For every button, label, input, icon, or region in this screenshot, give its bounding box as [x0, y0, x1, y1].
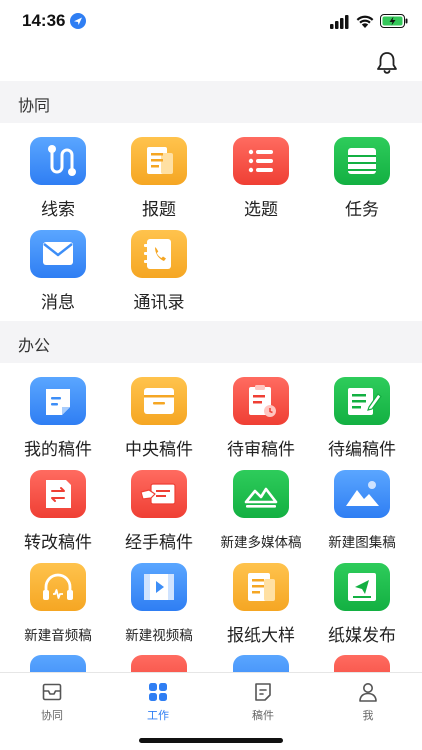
tile-thread[interactable]: 线索 — [8, 137, 108, 229]
tile-label: 转改稿件 — [24, 533, 92, 552]
pending-edit-icon — [334, 377, 390, 425]
tile-label: 报题 — [142, 200, 176, 219]
my-draft-icon — [30, 377, 86, 425]
tab-drafts[interactable]: 稿件 — [233, 681, 293, 722]
tile-print-publish[interactable]: 纸媒发布 — [312, 563, 412, 655]
bell-icon — [377, 52, 397, 74]
tile-label: 新建多媒体稿 — [220, 535, 302, 550]
tile-label: 经手稿件 — [125, 533, 193, 552]
tile-label: 线索 — [41, 200, 75, 219]
tile-label: 消息 — [41, 293, 75, 312]
tile-label: 通讯录 — [133, 293, 185, 312]
tile-new-gallery[interactable]: 新建图集稿 — [312, 470, 412, 562]
tile-new-audio[interactable]: 新建音频稿 — [8, 563, 108, 655]
tile-messages[interactable]: 消息 — [8, 230, 108, 322]
tile-label: 我的稿件 — [24, 440, 92, 459]
handled-draft-icon — [131, 470, 187, 518]
tile-new-multimedia[interactable]: 新建多媒体稿 — [211, 470, 311, 562]
notification-bell-button[interactable] — [374, 50, 400, 76]
contacts-icon — [131, 230, 187, 278]
tile-contacts[interactable]: 通讯录 — [109, 230, 209, 322]
pending-review-icon — [233, 377, 289, 425]
tile-report-topic[interactable]: 报题 — [109, 137, 209, 229]
central-draft-icon — [131, 377, 187, 425]
status-time: 14:36 — [22, 11, 66, 30]
tile-label: 新建音频稿 — [24, 628, 92, 643]
tile-label: 报纸大样 — [227, 626, 295, 645]
tile-label: 新建视频稿 — [125, 628, 193, 643]
tile-label: 新建图集稿 — [328, 535, 396, 550]
wifi-icon — [356, 15, 374, 28]
tab-me[interactable]: 我 — [338, 681, 398, 722]
battery-charging-icon — [380, 14, 408, 28]
section-title: 协同 — [18, 98, 51, 115]
tile-new-video[interactable]: 新建视频稿 — [109, 563, 209, 655]
topic-list-icon — [233, 137, 289, 185]
status-bar: 14:36 — [0, 0, 422, 44]
tile-newspaper-proof[interactable]: 报纸大样 — [211, 563, 311, 655]
mail-icon — [30, 230, 86, 278]
new-video-icon — [131, 563, 187, 611]
tile-label: 待编稿件 — [328, 440, 396, 459]
tab-label: 我 — [362, 710, 374, 722]
print-publish-icon — [334, 563, 390, 611]
new-audio-icon — [30, 563, 86, 611]
tile-pending-review[interactable]: 待审稿件 — [211, 377, 311, 469]
cellular-signal-icon — [330, 15, 349, 29]
thread-icon — [30, 137, 86, 185]
tile-label: 中央稿件 — [125, 440, 193, 459]
document-icon — [255, 683, 271, 701]
newspaper-proof-icon — [233, 563, 289, 611]
grid-icon — [149, 683, 167, 701]
person-icon — [359, 683, 377, 702]
task-icon — [334, 137, 390, 185]
transfer-draft-icon — [30, 470, 86, 518]
location-arrow-icon — [70, 13, 86, 29]
tile-central-drafts[interactable]: 中央稿件 — [109, 377, 209, 469]
tile-label: 任务 — [345, 200, 379, 219]
tile-task[interactable]: 任务 — [312, 137, 412, 229]
tile-transfer-drafts[interactable]: 转改稿件 — [8, 470, 108, 562]
tile-handled-drafts[interactable]: 经手稿件 — [109, 470, 209, 562]
new-multimedia-icon — [233, 470, 289, 518]
section-header-office: 办公 — [0, 321, 422, 363]
new-gallery-icon — [334, 470, 390, 518]
tab-label: 稿件 — [252, 710, 274, 722]
section-header-collab: 协同 — [0, 81, 422, 123]
tile-label: 待审稿件 — [227, 440, 295, 459]
tile-label: 选题 — [244, 200, 278, 219]
tab-label: 协同 — [41, 710, 63, 722]
tab-work[interactable]: 工作 — [128, 681, 188, 722]
section-title: 办公 — [18, 338, 51, 355]
tile-my-drafts[interactable]: 我的稿件 — [8, 377, 108, 469]
tab-label: 工作 — [147, 710, 169, 722]
tab-collab[interactable]: 协同 — [22, 681, 82, 722]
tile-label: 纸媒发布 — [328, 626, 396, 645]
tile-topic-list[interactable]: 选题 — [211, 137, 311, 229]
report-topic-icon — [131, 137, 187, 185]
home-indicator — [139, 738, 283, 743]
inbox-icon — [42, 683, 62, 701]
tile-pending-edit[interactable]: 待编稿件 — [312, 377, 412, 469]
